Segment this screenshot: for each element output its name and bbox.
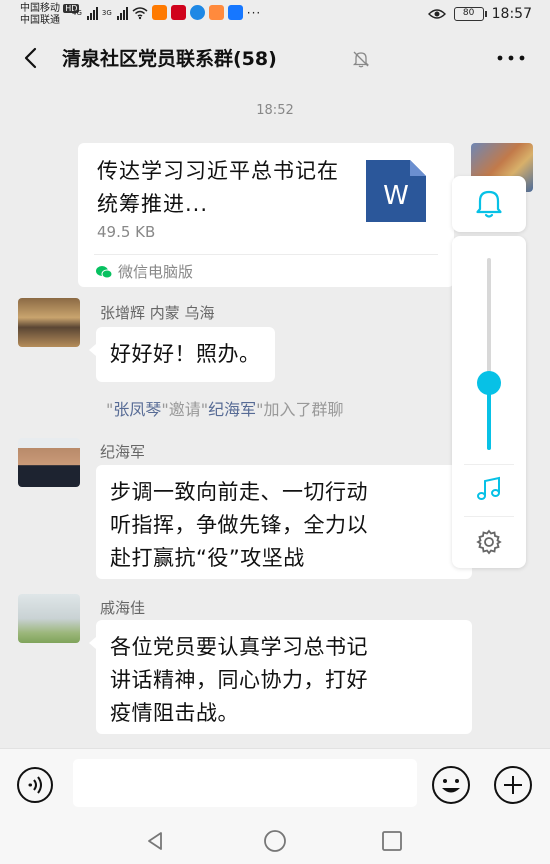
message-bubble[interactable]: 好好好！照办。 [89, 327, 275, 382]
chat-header: 清泉社区党员联系群(58) [0, 32, 550, 84]
status-icons: 4G 3G ··· [72, 5, 261, 20]
home-circle-icon[interactable] [261, 827, 289, 855]
message-time: 18:52 [256, 103, 294, 118]
eye-icon [427, 9, 446, 19]
volume-slider-handle[interactable] [477, 370, 501, 395]
store-icon [208, 5, 224, 20]
message-line: 讲话精神，同心协力，打好 [110, 668, 368, 692]
sender-name: 张增辉 内蒙 乌海 [100, 304, 215, 322]
taobao-icon [151, 5, 167, 20]
invitee-name[interactable]: 纪海军 [208, 400, 256, 419]
status-time: 18:57 [491, 6, 532, 22]
wifi-icon [132, 6, 148, 19]
divider [464, 516, 514, 517]
message-line: 疫情阻击战。 [110, 701, 239, 725]
file-source-label: 微信电脑版 [118, 263, 194, 281]
netease-icon [170, 5, 186, 20]
control-panel [452, 236, 526, 568]
input-bar [0, 748, 550, 818]
more-button[interactable] [494, 46, 528, 70]
signal-1-label: 4G [72, 8, 82, 17]
wechat-icon [96, 265, 112, 278]
avatar[interactable] [18, 438, 80, 487]
word-document-icon: W [366, 160, 426, 222]
file-message[interactable]: 传达学习习近平总书记在统筹推进... 49.5 KB W 微信电脑版 [78, 143, 454, 287]
message-line: 赴打赢抗“役”攻坚战 [110, 546, 305, 570]
avatar[interactable] [18, 594, 80, 643]
recents-square-icon[interactable] [378, 827, 406, 855]
bell-icon [476, 190, 502, 218]
status-right: 80 18:57 [427, 6, 532, 22]
file-source: 微信电脑版 [96, 261, 193, 282]
signal-2-label: 3G [101, 8, 112, 17]
back-triangle-icon[interactable] [141, 827, 169, 855]
message-line: 步调一致向前走、一切行动 [110, 480, 368, 504]
browser-icon [189, 5, 205, 20]
battery-indicator: 80 [453, 7, 487, 21]
carrier-2: 中国联通 [20, 15, 60, 26]
bell-button[interactable] [452, 176, 526, 232]
emoji-button[interactable] [430, 764, 472, 806]
alipay-icon [227, 5, 243, 20]
voice-button[interactable] [15, 765, 55, 805]
signal-icon [116, 6, 128, 20]
message-input[interactable] [73, 759, 417, 807]
back-button[interactable] [18, 44, 46, 72]
inviter-name[interactable]: 张凤琴 [113, 400, 161, 419]
plus-button[interactable] [492, 764, 534, 806]
carrier-1-label: 中国移动 [20, 3, 60, 14]
message-bubble[interactable]: 各位党员要认真学习总书记 讲话精神，同心协力，打好 疫情阻击战。 [89, 620, 472, 734]
bell-off-icon [352, 51, 370, 68]
file-title: 传达学习习近平总书记在统筹推进... [97, 159, 339, 216]
music-note-icon[interactable] [474, 474, 504, 504]
sender-name: 戚海佳 [100, 599, 146, 617]
gear-icon[interactable] [474, 527, 504, 557]
avatar[interactable] [18, 298, 80, 347]
system-nav-bar [0, 818, 550, 864]
sender-name: 纪海军 [100, 443, 146, 461]
message-bubble[interactable]: 步调一致向前走、一切行动 听指挥，争做先锋，全力以 赴打赢抗“役”攻坚战 [96, 465, 472, 579]
word-letter: W [383, 181, 409, 211]
file-size: 49.5 KB [97, 223, 156, 241]
more-dots-icon: ··· [246, 5, 262, 20]
divider [464, 464, 514, 465]
message-line: 听指挥，争做先锋，全力以 [110, 513, 368, 537]
message-line: 各位党员要认真学习总书记 [110, 635, 368, 659]
carrier-1: 中国移动 HD [20, 3, 80, 15]
divider [94, 254, 438, 255]
status-bar: 中国移动 HD 中国联通 4G 3G ··· 80 18:57 [0, 0, 550, 30]
signal-icon [86, 6, 98, 20]
chat-title: 清泉社区党员联系群(58) [62, 48, 277, 70]
